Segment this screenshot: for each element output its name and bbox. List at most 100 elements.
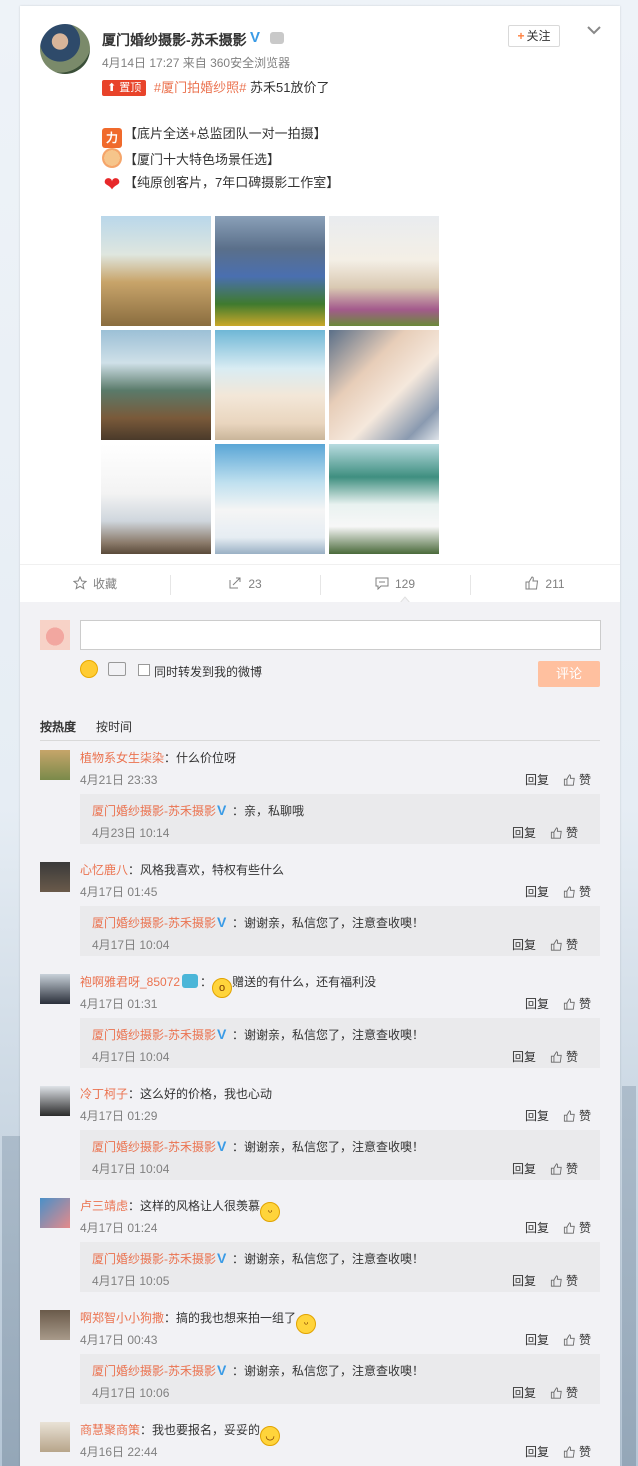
follow-button[interactable]: + 关注 bbox=[508, 25, 560, 47]
like-comment-button[interactable]: 赞 bbox=[579, 885, 591, 899]
verified-icon: V bbox=[250, 29, 261, 46]
thumbs-up-icon[interactable] bbox=[550, 1275, 563, 1287]
thumbs-up-icon[interactable] bbox=[550, 1163, 563, 1175]
commenter-name[interactable]: 冷丁柯子 bbox=[80, 1087, 128, 1101]
reply-author-name[interactable]: 厦门婚纱摄影-苏禾摄影 bbox=[92, 1364, 216, 1378]
commenter-avatar[interactable] bbox=[40, 1198, 70, 1228]
reply-button[interactable]: 回复 bbox=[525, 1221, 549, 1235]
post-photo[interactable] bbox=[101, 444, 211, 554]
follow-label: 关注 bbox=[526, 29, 551, 43]
commenter-avatar[interactable] bbox=[40, 1086, 70, 1116]
post-photo[interactable] bbox=[215, 216, 325, 326]
like-reply-button[interactable]: 赞 bbox=[566, 938, 578, 952]
like-comment-button[interactable]: 赞 bbox=[579, 1109, 591, 1123]
thumbs-up-icon[interactable] bbox=[550, 1051, 563, 1063]
commenter-name[interactable]: 袍啊雅君呀_85072 bbox=[80, 975, 180, 989]
comment-text: 心忆鹿八：风格我喜欢，特权有些什么 bbox=[80, 863, 285, 877]
like-comment-button[interactable]: 赞 bbox=[579, 1221, 591, 1235]
reply-button[interactable]: 回复 bbox=[525, 885, 549, 899]
commenter-avatar[interactable] bbox=[40, 862, 70, 892]
favorite-button[interactable]: 收藏 bbox=[20, 565, 170, 603]
post-photo[interactable] bbox=[329, 444, 439, 554]
thumbs-up-icon[interactable] bbox=[563, 998, 576, 1010]
thumbs-up-icon[interactable] bbox=[550, 939, 563, 951]
post-photo[interactable] bbox=[329, 216, 439, 326]
post-photo[interactable] bbox=[329, 330, 439, 440]
author-avatar[interactable] bbox=[40, 24, 90, 74]
post-photo[interactable] bbox=[101, 330, 211, 440]
reply-author-name[interactable]: 厦门婚纱摄影-苏禾摄影 bbox=[92, 1028, 216, 1042]
reply-button[interactable]: 回复 bbox=[525, 773, 549, 787]
commenter-avatar[interactable] bbox=[40, 1310, 70, 1340]
like-comment-button[interactable]: 赞 bbox=[579, 997, 591, 1011]
thumbs-up-icon[interactable] bbox=[550, 827, 563, 839]
commenter-avatar[interactable] bbox=[40, 974, 70, 1004]
thumbs-up-icon[interactable] bbox=[563, 1446, 576, 1458]
comment-button[interactable]: 129 bbox=[320, 565, 470, 603]
post-photo[interactable] bbox=[215, 330, 325, 440]
author-name[interactable]: 厦门婚纱摄影-苏禾摄影 bbox=[102, 30, 247, 50]
hashtag-link[interactable]: #厦门拍婚纱照# bbox=[154, 80, 246, 95]
thumbs-up-icon[interactable] bbox=[563, 774, 576, 786]
like-comment-button[interactable]: 赞 bbox=[579, 1445, 591, 1459]
emoji-picker-icon[interactable] bbox=[80, 660, 98, 678]
commenter-avatar[interactable] bbox=[40, 750, 70, 780]
reply-author-name[interactable]: 厦门婚纱摄影-苏禾摄影 bbox=[92, 1252, 216, 1266]
comment-input[interactable] bbox=[80, 620, 601, 650]
member-crown-icon bbox=[270, 32, 284, 44]
post-photo[interactable] bbox=[101, 216, 211, 326]
reply-author-name[interactable]: 厦门婚纱摄影-苏禾摄影 bbox=[92, 1140, 216, 1154]
sort-by-time[interactable]: 按时间 bbox=[96, 718, 132, 735]
commenter-name[interactable]: 心忆鹿八 bbox=[80, 863, 128, 877]
reply-button[interactable]: 回复 bbox=[512, 1162, 536, 1176]
like-reply-button[interactable]: 赞 bbox=[566, 1050, 578, 1064]
reply-button[interactable]: 回复 bbox=[512, 1274, 536, 1288]
verified-icon: V bbox=[217, 1026, 227, 1042]
comment-time: 4月16日 22:44 bbox=[80, 1445, 158, 1459]
reply-button[interactable]: 回复 bbox=[512, 1050, 536, 1064]
like-comment-button[interactable]: 赞 bbox=[579, 773, 591, 787]
image-upload-icon[interactable] bbox=[108, 662, 126, 676]
thumbs-up-icon[interactable] bbox=[563, 1222, 576, 1234]
post-date[interactable]: 4月14日 17:27 bbox=[102, 56, 179, 70]
comment-ops: 回复 赞 bbox=[525, 1219, 591, 1236]
comment-ops: 回复 赞 bbox=[525, 1107, 591, 1124]
submit-comment-button[interactable]: 评论 bbox=[538, 661, 600, 687]
commenter-name[interactable]: 商慧聚商策 bbox=[80, 1423, 140, 1437]
like-comment-button[interactable]: 赞 bbox=[579, 1333, 591, 1347]
reply-button[interactable]: 回复 bbox=[512, 938, 536, 952]
sort-by-hot[interactable]: 按热度 bbox=[40, 718, 76, 735]
reply-button[interactable]: 回复 bbox=[525, 1445, 549, 1459]
chevron-down-icon[interactable] bbox=[586, 22, 602, 38]
like-reply-button[interactable]: 赞 bbox=[566, 826, 578, 840]
reply-button[interactable]: 回复 bbox=[512, 1386, 536, 1400]
like-button[interactable]: 211 bbox=[470, 565, 620, 603]
reply-button[interactable]: 回复 bbox=[512, 826, 536, 840]
reply-button[interactable]: 回复 bbox=[525, 1333, 549, 1347]
thumbs-up-icon[interactable] bbox=[563, 1110, 576, 1122]
like-reply-button[interactable]: 赞 bbox=[566, 1386, 578, 1400]
thumbs-up-icon[interactable] bbox=[550, 1387, 563, 1399]
post-photo[interactable] bbox=[215, 444, 325, 554]
reply-button[interactable]: 回复 bbox=[525, 997, 549, 1011]
repost-button[interactable]: 23 bbox=[170, 565, 320, 603]
surprised-emoji-icon: o bbox=[212, 978, 233, 998]
comment-time: 4月17日 01:24 bbox=[80, 1221, 158, 1235]
reply-author-name[interactable]: 厦门婚纱摄影-苏禾摄影 bbox=[92, 804, 216, 818]
hand-emoji-icon bbox=[102, 148, 122, 168]
comment-ops: 回复 赞 bbox=[525, 883, 591, 900]
commenter-name[interactable]: 植物系女生柒染 bbox=[80, 751, 164, 765]
thumbs-up-icon[interactable] bbox=[563, 1334, 576, 1346]
forward-checkbox[interactable] bbox=[138, 664, 150, 676]
like-reply-button[interactable]: 赞 bbox=[566, 1274, 578, 1288]
author-reply: 厦门婚纱摄影-苏禾摄影V ：谢谢亲，私信您了，注意查收噢！ 4月17日 10:04… bbox=[80, 906, 600, 956]
author-reply: 厦门婚纱摄影-苏禾摄影V ：谢谢亲，私信您了，注意查收噢！ 4月17日 10:06… bbox=[80, 1354, 600, 1404]
like-reply-button[interactable]: 赞 bbox=[566, 1162, 578, 1176]
commenter-name[interactable]: 啊郑智小小狗撒 bbox=[80, 1311, 164, 1325]
thumbs-up-icon[interactable] bbox=[563, 886, 576, 898]
reply-author-name[interactable]: 厦门婚纱摄影-苏禾摄影 bbox=[92, 916, 216, 930]
commenter-avatar[interactable] bbox=[40, 1422, 70, 1452]
reply-button[interactable]: 回复 bbox=[525, 1109, 549, 1123]
commenter-name[interactable]: 卢三靖虑 bbox=[80, 1199, 128, 1213]
star-icon bbox=[72, 576, 87, 590]
